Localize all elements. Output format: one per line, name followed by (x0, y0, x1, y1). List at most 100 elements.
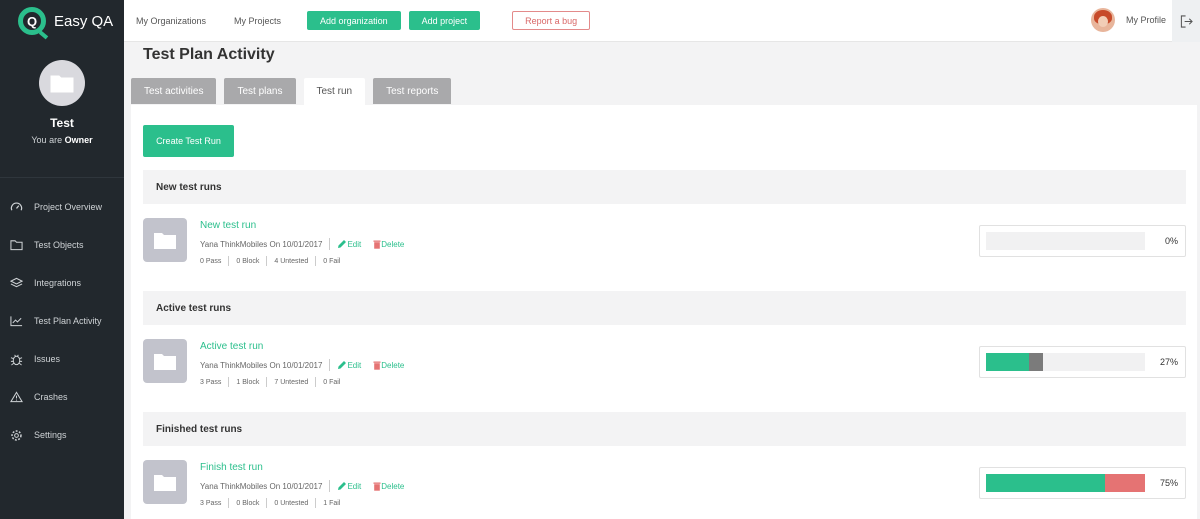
test-run-active: Active test run Yana ThinkMobiles On 10/… (143, 339, 1186, 395)
sidebar-item-label: Settings (34, 430, 67, 440)
progress-track (986, 474, 1145, 492)
run-thumbnail[interactable] (143, 460, 187, 504)
section-heading-active: Active test runs (143, 291, 1186, 325)
app-name: Easy QA (54, 12, 114, 30)
page-title: Test Plan Activity (143, 46, 275, 63)
run-title-link[interactable]: New test run (200, 220, 256, 231)
my-organizations-link[interactable]: My Organizations (136, 16, 206, 26)
stat-untested: 4 Untested (274, 257, 309, 265)
run-author: Yana ThinkMobiles On 10/01/2017 (200, 481, 323, 491)
sidebar-item-label: Crashes (34, 392, 68, 402)
run-author: Yana ThinkMobiles On 10/01/2017 (200, 239, 323, 249)
stat-untested: 0 Untested (274, 499, 309, 507)
logout-button[interactable] (1172, 0, 1200, 42)
layers-icon (9, 276, 23, 290)
my-projects-link[interactable]: My Projects (234, 16, 281, 26)
divider (329, 238, 331, 250)
sidebar-item-project-overview[interactable]: Project Overview (0, 188, 124, 226)
pencil-icon (338, 482, 347, 490)
progress-pass (986, 353, 1029, 371)
run-thumbnail[interactable] (143, 339, 187, 383)
run-author: Yana ThinkMobiles On 10/01/2017 (200, 360, 323, 370)
add-organization-button[interactable]: Add organization (307, 11, 401, 30)
bug-icon (9, 352, 23, 366)
sidebar: Q Easy QA Test You are Owner Project Ove… (0, 0, 124, 519)
folder-icon (154, 354, 176, 370)
tab-test-run[interactable]: Test run (303, 78, 366, 105)
test-run-panel: Create Test Run New test runs New test r… (131, 105, 1197, 519)
delete-link[interactable]: Delete (373, 361, 404, 370)
progress-track (986, 353, 1145, 371)
trash-icon (373, 240, 381, 249)
divider (315, 498, 317, 508)
sidebar-item-settings[interactable]: Settings (0, 416, 124, 454)
sidebar-item-integrations[interactable]: Integrations (0, 264, 124, 302)
role-value: Owner (64, 135, 93, 145)
delete-label: Delete (381, 239, 405, 249)
profile-menu[interactable]: My Profile (1090, 8, 1166, 32)
sidebar-item-crashes[interactable]: Crashes (0, 378, 124, 416)
delete-link[interactable]: Delete (373, 240, 404, 249)
sidebar-item-label: Issues (34, 354, 61, 364)
run-title-link[interactable]: Active test run (200, 341, 263, 352)
progress-percent: 75% (1159, 478, 1178, 488)
divider (266, 498, 268, 508)
progress-fail (1105, 474, 1145, 492)
run-meta: Yana ThinkMobiles On 10/01/2017 Edit Del… (200, 359, 404, 371)
stat-block: 0 Block (236, 257, 260, 265)
progress-track (986, 232, 1145, 250)
avatar (1090, 8, 1115, 32)
project-avatar[interactable] (39, 60, 85, 106)
project-role: You are Owner (0, 135, 124, 145)
brand[interactable]: Q Easy QA (0, 0, 124, 42)
run-stats: 0 Pass 0 Block 4 Untested 0 Fail (200, 256, 340, 266)
run-thumbnail[interactable] (143, 218, 187, 262)
gauge-icon (9, 200, 23, 214)
run-progress: 27% (979, 346, 1186, 378)
edit-link[interactable]: Edit (337, 481, 361, 491)
divider (228, 377, 230, 387)
edit-label: Edit (347, 481, 362, 491)
run-meta: Yana ThinkMobiles On 10/01/2017 Edit Del… (200, 480, 404, 492)
sidebar-item-issues[interactable]: Issues (0, 340, 124, 378)
add-project-button[interactable]: Add project (408, 11, 481, 30)
delete-label: Delete (381, 360, 405, 370)
tab-test-plans[interactable]: Test plans (224, 78, 296, 104)
section-heading-new: New test runs (143, 170, 1186, 204)
divider (228, 498, 230, 508)
report-bug-button[interactable]: Report a bug (512, 11, 591, 30)
stat-fail: 1 Fail (323, 499, 341, 507)
pencil-icon (338, 240, 347, 248)
stat-pass: 3 Pass (200, 499, 222, 507)
run-stats: 3 Pass 0 Block 0 Untested 1 Fail (200, 498, 340, 508)
edit-label: Edit (347, 239, 362, 249)
sidebar-item-test-plan-activity[interactable]: Test Plan Activity (0, 302, 124, 340)
divider (228, 256, 230, 266)
folder-icon (154, 475, 176, 491)
tab-test-reports[interactable]: Test reports (373, 78, 452, 104)
run-progress: 75% (979, 467, 1186, 499)
run-meta: Yana ThinkMobiles On 10/01/2017 Edit Del… (200, 238, 404, 250)
project-name: Test (50, 116, 74, 130)
trash-icon (373, 361, 381, 370)
progress-block (1028, 353, 1044, 371)
stat-block: 0 Block (236, 499, 260, 507)
role-prefix: You are (31, 135, 63, 145)
stat-fail: 0 Fail (323, 378, 341, 386)
test-run-new: New test run Yana ThinkMobiles On 10/01/… (143, 218, 1186, 274)
line-chart-icon (9, 314, 23, 328)
sidebar-nav: Project Overview Test Objects Integratio… (0, 178, 124, 454)
edit-link[interactable]: Edit (337, 360, 361, 370)
progress-pass (986, 474, 1106, 492)
sidebar-item-test-objects[interactable]: Test Objects (0, 226, 124, 264)
tab-test-activities[interactable]: Test activities (131, 78, 217, 104)
edit-link[interactable]: Edit (337, 239, 361, 249)
progress-percent: 0% (1164, 236, 1178, 246)
sidebar-item-label: Test Objects (34, 240, 84, 250)
delete-link[interactable]: Delete (373, 482, 404, 491)
create-test-run-button[interactable]: Create Test Run (143, 125, 234, 157)
section-heading-finished: Finished test runs (143, 412, 1186, 446)
delete-label: Delete (381, 481, 405, 491)
sidebar-item-label: Project Overview (34, 202, 103, 212)
run-title-link[interactable]: Finish test run (200, 462, 263, 473)
